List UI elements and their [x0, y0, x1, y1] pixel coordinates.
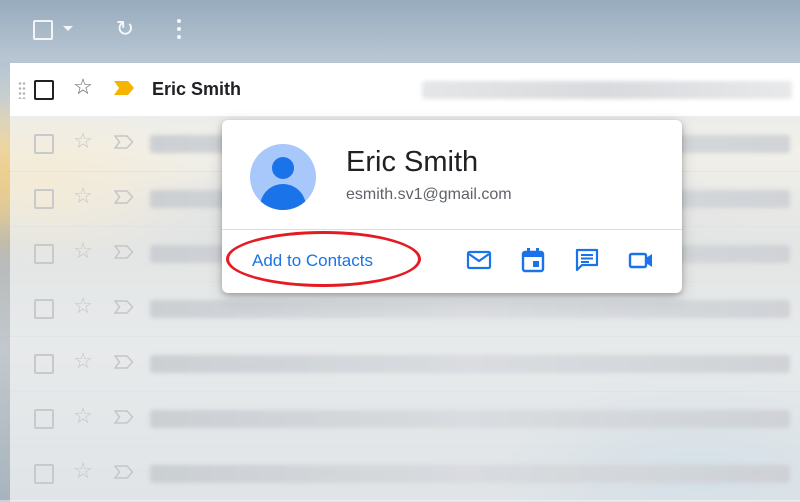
- important-marker-icon[interactable]: [114, 465, 134, 479]
- row-checkbox[interactable]: [34, 299, 54, 319]
- blurred-subject: [422, 81, 792, 99]
- email-row[interactable]: ☆: [10, 337, 800, 392]
- important-marker-icon[interactable]: [114, 135, 134, 149]
- calendar-icon[interactable]: [519, 246, 547, 274]
- row-checkbox[interactable]: [34, 80, 54, 100]
- important-marker-icon[interactable]: [114, 81, 134, 95]
- star-icon[interactable]: ☆: [71, 294, 95, 318]
- list-toolbar: ↻: [0, 0, 800, 62]
- select-dropdown-icon[interactable]: [63, 26, 73, 31]
- contact-hover-card: Eric Smith esmith.sv1@gmail.com Add to C…: [222, 120, 682, 293]
- important-marker-icon[interactable]: [114, 410, 134, 424]
- important-marker-icon[interactable]: [114, 300, 134, 314]
- row-checkbox[interactable]: [34, 189, 54, 209]
- divider: [222, 229, 682, 230]
- avatar-person-icon: [272, 157, 294, 179]
- more-options-icon[interactable]: [169, 17, 189, 41]
- star-icon[interactable]: ☆: [71, 404, 95, 428]
- important-marker-icon[interactable]: [114, 190, 134, 204]
- row-checkbox[interactable]: [34, 409, 54, 429]
- email-row[interactable]: ☆ Eric Smith: [10, 63, 800, 117]
- blurred-content: [150, 465, 790, 483]
- important-marker-icon[interactable]: [114, 355, 134, 369]
- mail-icon[interactable]: [465, 246, 493, 274]
- highlight-annotation-oval: [226, 231, 421, 287]
- sender-name: Eric Smith: [152, 79, 242, 99]
- star-icon[interactable]: ☆: [71, 349, 95, 373]
- email-row[interactable]: ☆: [10, 392, 800, 447]
- select-all-checkbox[interactable]: [33, 20, 53, 40]
- blurred-content: [150, 355, 790, 373]
- star-icon[interactable]: ☆: [71, 75, 95, 99]
- blurred-content: [150, 300, 790, 318]
- star-icon[interactable]: ☆: [71, 239, 95, 263]
- contact-email: esmith.sv1@gmail.com: [346, 186, 512, 203]
- star-icon[interactable]: ☆: [71, 184, 95, 208]
- row-checkbox[interactable]: [34, 134, 54, 154]
- blurred-content: [150, 410, 790, 428]
- row-checkbox[interactable]: [34, 244, 54, 264]
- important-marker-icon[interactable]: [114, 245, 134, 259]
- star-icon[interactable]: ☆: [71, 459, 95, 483]
- drag-handle-icon[interactable]: [18, 81, 26, 99]
- email-row[interactable]: ☆: [10, 447, 800, 502]
- avatar: [250, 144, 316, 210]
- refresh-icon[interactable]: ↻: [113, 17, 137, 41]
- video-call-icon[interactable]: [627, 246, 655, 274]
- contact-name: Eric Smith: [346, 146, 479, 178]
- star-icon[interactable]: ☆: [71, 129, 95, 153]
- row-checkbox[interactable]: [34, 354, 54, 374]
- chat-icon[interactable]: [573, 246, 601, 274]
- row-checkbox[interactable]: [34, 464, 54, 484]
